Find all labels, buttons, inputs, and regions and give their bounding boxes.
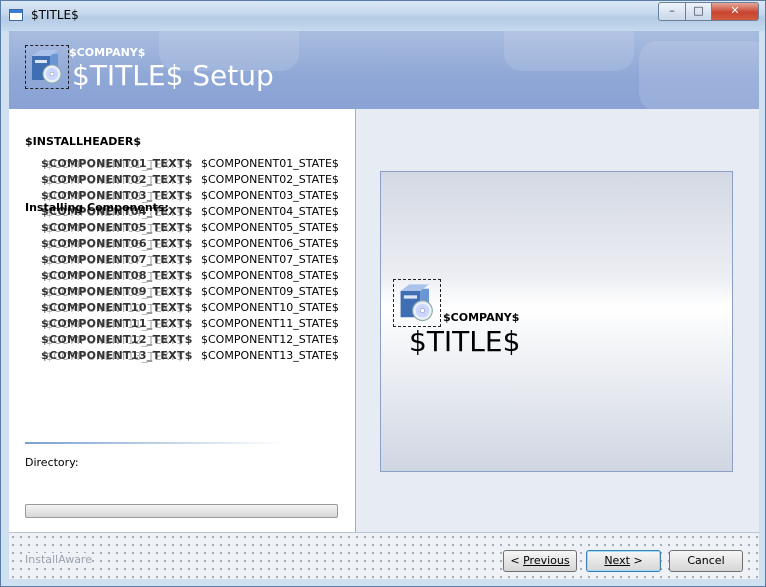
component-row: $COMPONENT02_TEXT$ $COMPONENT02_TEXT$ $COM… [41, 173, 351, 189]
previous-button[interactable]: < Previous [503, 550, 577, 572]
window-app-icon [9, 9, 23, 21]
banner-company: $COMPANY$ [69, 46, 146, 59]
component-state: $COMPONENT07_STATE$ [201, 253, 339, 266]
installaware-brand: InstallAware [25, 553, 92, 566]
window-title: $TITLE$ [31, 8, 79, 22]
component-text: $COMPONENT11_TEXT$ [41, 317, 193, 330]
component-text: $COMPONENT07_TEXT$ [41, 253, 193, 266]
cancel-button-label: Cancel [687, 554, 725, 567]
component-state: $COMPONENT04_STATE$ [201, 205, 339, 218]
component-row: $COMPONENT11_TEXT$ $COMPONENT11_TEXT$ $COM… [41, 317, 351, 333]
component-state: $COMPONENT06_STATE$ [201, 237, 339, 250]
component-text: $COMPONENT13_TEXT$ [41, 349, 193, 362]
component-text: $COMPONENT02_TEXT$ [41, 173, 193, 186]
component-row: $COMPONENT10_TEXT$ $COMPONENT10_TEXT$ $COM… [41, 301, 351, 317]
cancel-button[interactable]: Cancel [669, 550, 743, 572]
component-state: $COMPONENT03_STATE$ [201, 189, 339, 202]
component-row: $COMPONENT09_TEXT$ $COMPONENT09_TEXT$ $COM… [41, 285, 351, 301]
directory-label: Directory: [25, 456, 79, 469]
separator [25, 442, 285, 444]
button-bar: InstallAware < Previous Next > Cancel [9, 532, 759, 579]
component-state: $COMPONENT01_STATE$ [201, 157, 339, 170]
next-arrow: > [629, 554, 643, 567]
component-state: $COMPONENT05_STATE$ [201, 221, 339, 234]
maximize-button[interactable]: □ [685, 2, 712, 21]
component-state: $COMPONENT12_STATE$ [201, 333, 339, 346]
component-row: $COMPONENT12_TEXT$ $COMPONENT12_TEXT$ $COM… [41, 333, 351, 349]
previous-button-label: Previous [523, 554, 570, 567]
preview-image: $COMPANY$ $TITLE$ [380, 171, 733, 472]
title-bar[interactable]: $TITLE$ – □ ✕ [1, 1, 765, 31]
component-state: $COMPONENT13_STATE$ [201, 349, 339, 362]
component-state: $COMPONENT09_STATE$ [201, 285, 339, 298]
install-progress-bar [25, 504, 338, 518]
component-row: $COMPONENT01_TEXT$ $COMPONENT01_TEXT$ $COM… [41, 157, 351, 173]
component-text: $COMPONENT05_TEXT$ [41, 221, 193, 234]
minimize-button[interactable]: – [658, 2, 686, 21]
close-button[interactable]: ✕ [711, 2, 759, 21]
component-text: $COMPONENT08_TEXT$ [41, 269, 193, 282]
component-row: $COMPONENT05_TEXT$ $COMPONENT05_TEXT$ $COM… [41, 221, 351, 237]
preview-title: $TITLE$ [409, 325, 521, 358]
component-list: $COMPONENT01_TEXT$ $COMPONENT01_TEXT$ $COM… [41, 157, 351, 365]
component-text: $COMPONENT10_TEXT$ [41, 301, 193, 314]
install-progress-panel: $INSTALLHEADER$ Installing Components: $… [9, 109, 355, 532]
dialog-client-area: $COMPANY$ $TITLE$ Setup $INSTALLHEADER$ … [9, 31, 759, 579]
component-state: $COMPONENT02_STATE$ [201, 173, 339, 186]
setup-box-cd-icon [25, 45, 69, 89]
component-text: $COMPONENT06_TEXT$ [41, 237, 193, 250]
component-row: $COMPONENT13_TEXT$ $COMPONENT13_TEXT$ $COM… [41, 349, 351, 365]
component-row: $COMPONENT08_TEXT$ $COMPONENT08_TEXT$ $COM… [41, 269, 351, 285]
component-row: $COMPONENT06_TEXT$ $COMPONENT06_TEXT$ $COM… [41, 237, 351, 253]
component-state: $COMPONENT11_STATE$ [201, 317, 339, 330]
component-text: $COMPONENT12_TEXT$ [41, 333, 193, 346]
component-row: $COMPONENT07_TEXT$ $COMPONENT07_TEXT$ $COM… [41, 253, 351, 269]
preview-company: $COMPANY$ [443, 311, 520, 324]
component-text: $COMPONENT09_TEXT$ [41, 285, 193, 298]
banner-decoration [504, 31, 634, 71]
component-text: $COMPONENT01_TEXT$ [41, 157, 193, 170]
next-button-label: Next [604, 554, 630, 567]
component-state: $COMPONENT08_STATE$ [201, 269, 339, 282]
component-state: $COMPONENT10_STATE$ [201, 301, 339, 314]
banner-title: $TITLE$ Setup [72, 59, 274, 92]
preview-panel: $COMPANY$ $TITLE$ [355, 109, 759, 532]
installing-components-label: Installing Components: [25, 201, 169, 214]
banner-decoration [639, 41, 759, 109]
setup-box-cd-icon [393, 279, 441, 327]
header-banner: $COMPANY$ $TITLE$ Setup [9, 31, 759, 109]
install-header: $INSTALLHEADER$ [25, 135, 142, 148]
installer-window: $TITLE$ – □ ✕ $COMPANY$ $TITLE$ Setup $I… [0, 0, 766, 587]
previous-arrow: < [510, 554, 524, 567]
next-button[interactable]: Next > [586, 550, 661, 572]
